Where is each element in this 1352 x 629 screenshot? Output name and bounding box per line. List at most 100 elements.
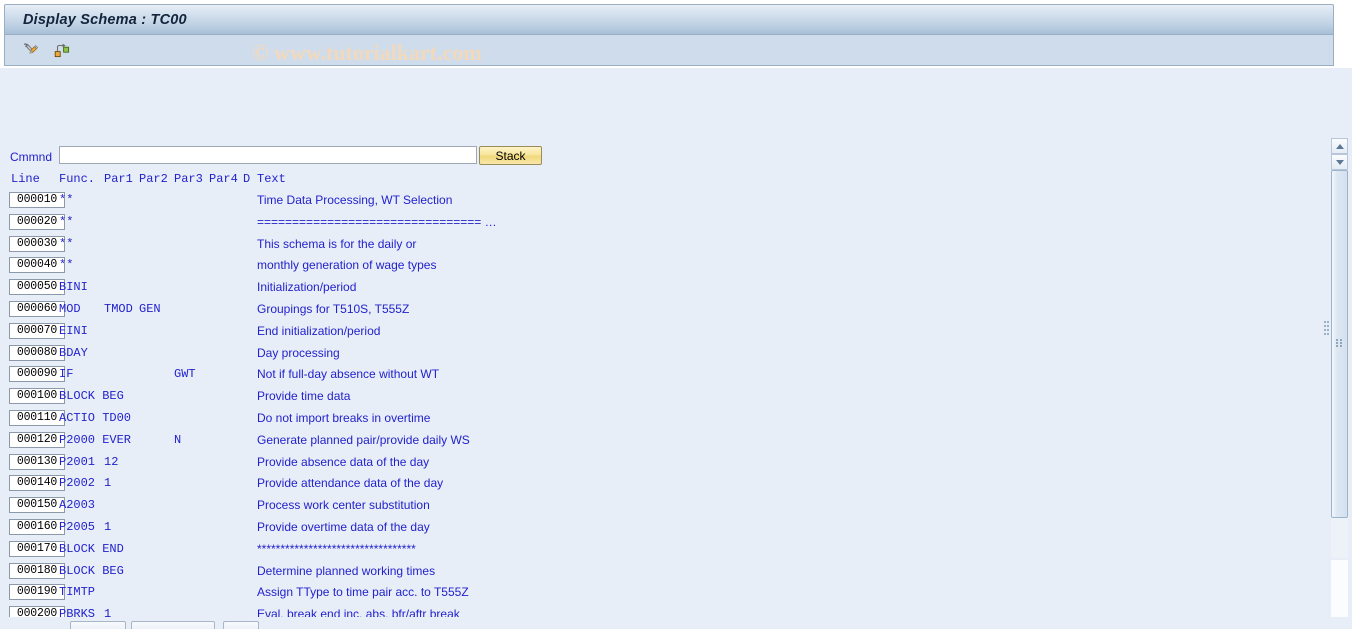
- structure-graphic-icon[interactable]: [51, 40, 73, 61]
- table-row[interactable]: 000030 ** This schema is for the daily or: [0, 235, 1310, 257]
- command-input[interactable]: [59, 146, 477, 164]
- cell-text: Process work center substitution: [257, 498, 430, 513]
- cell-text: Provide overtime data of the day: [257, 519, 430, 534]
- column-header-par1: Par1: [104, 172, 133, 186]
- line-number-field[interactable]: 000140: [9, 475, 65, 492]
- cell-par1: 1: [104, 476, 112, 491]
- cell-text: ================================ …: [257, 214, 497, 229]
- table-row[interactable]: 000160 P2005 1 Provide overtime data of the…: [0, 518, 1310, 540]
- line-number-field[interactable]: 000130: [9, 453, 65, 470]
- cell-text: Assign TType to time pair acc. to T555Z: [257, 585, 469, 600]
- line-number-field[interactable]: 000060: [9, 300, 65, 317]
- line-number-field[interactable]: 000050: [9, 279, 65, 296]
- line-number-field[interactable]: 000020: [9, 213, 65, 230]
- line-number-field[interactable]: 000170: [9, 540, 65, 557]
- line-number-field[interactable]: 000080: [9, 344, 65, 361]
- cell-par1: TMOD: [104, 301, 133, 316]
- cell-par1: 1: [104, 519, 112, 534]
- table-row[interactable]: 000180 BLOCK BEG Determine planned working…: [0, 562, 1310, 584]
- table-row[interactable]: 000070 EINI End initialization/period: [0, 322, 1310, 344]
- line-number-field[interactable]: 000180: [9, 562, 65, 579]
- table-row[interactable]: 000060 MOD TMOD GEN Groupings for T510S, T55…: [0, 300, 1310, 322]
- cell-text: Determine planned working times: [257, 563, 436, 578]
- column-header-text: Text: [257, 172, 286, 186]
- table-row[interactable]: 000080 BDAY Day processing: [0, 344, 1310, 366]
- cell-func: P2001: [59, 454, 96, 469]
- table-row[interactable]: 000150 A2003 Process work center substitut…: [0, 496, 1310, 518]
- cell-text: Day processing: [257, 345, 340, 360]
- line-number-field[interactable]: 000110: [9, 409, 65, 426]
- vertical-scrollbar[interactable]: [1331, 138, 1348, 558]
- table-row[interactable]: 000140 P2002 1 Provide attendance data of t…: [0, 474, 1310, 496]
- table-row[interactable]: 000010 ** Time Data Processing, WT Selecti…: [0, 191, 1310, 213]
- table-row[interactable]: 000040 ** monthly generation of wage types: [0, 256, 1310, 278]
- line-number-field[interactable]: 000040: [9, 257, 65, 274]
- column-header-d: D: [243, 172, 251, 186]
- line-number-field[interactable]: 000100: [9, 388, 65, 405]
- column-header-par4: Par4: [209, 172, 238, 186]
- cell-par3: N: [174, 432, 182, 447]
- cell-func: P2002: [59, 476, 96, 491]
- cell-func: EINI: [59, 323, 88, 338]
- cell-text: This schema is for the daily or: [257, 236, 417, 251]
- table-row[interactable]: 000190 TIMTP Assign TType to time pair acc…: [0, 583, 1310, 605]
- table-row[interactable]: 000020 ** ================================…: [0, 213, 1310, 235]
- cell-func: **: [59, 214, 74, 229]
- sap-gui-window: Display Schema : TC00 © www.tutorialkart…: [0, 0, 1352, 629]
- cell-text: Time Data Processing, WT Selection: [257, 193, 453, 207]
- bottom-button-2[interactable]: [131, 621, 215, 629]
- cell-text: Generate planned pair/provide daily WS: [257, 432, 470, 447]
- bottom-button-3[interactable]: [223, 621, 259, 629]
- table-row[interactable]: 000100 BLOCK BEG Provide time data: [0, 387, 1310, 409]
- client-area: Cmmnd Stack Line Func. Par1 Par2 Par3 Pa…: [0, 68, 1352, 629]
- line-number-field[interactable]: 000010: [9, 192, 65, 208]
- scroll-up-arrow[interactable]: [1331, 138, 1348, 154]
- scrollbar-grip-icon: [1336, 339, 1345, 348]
- line-number-field[interactable]: 000090: [9, 366, 65, 383]
- triangle-down-icon: [1335, 159, 1344, 165]
- column-header-par2: Par2: [139, 172, 168, 186]
- cell-func: IF: [59, 367, 74, 382]
- triangle-up-icon: [1335, 143, 1344, 149]
- schema-rows: 000010 ** Time Data Processing, WT Selecti…: [0, 191, 1310, 629]
- table-row[interactable]: 000130 P2001 12 Provide absence data of the…: [0, 453, 1310, 475]
- cell-text: Provide time data: [257, 389, 351, 404]
- table-row[interactable]: 000120 P2000 EVER N Generate planned pair/p…: [0, 431, 1310, 453]
- cell-func: TIMTP: [59, 585, 96, 600]
- cell-text: Groupings for T510S, T555Z: [257, 301, 410, 316]
- line-number-field[interactable]: 000070: [9, 322, 65, 339]
- line-number-field[interactable]: 000150: [9, 497, 65, 514]
- cell-text: Provide attendance data of the day: [257, 476, 444, 491]
- scrollbar-thumb[interactable]: [1331, 170, 1348, 518]
- line-number-field[interactable]: 000160: [9, 518, 65, 535]
- cell-func: P2005: [59, 519, 96, 534]
- cell-par1: 12: [104, 454, 119, 469]
- table-row[interactable]: 000170 BLOCK END *************************…: [0, 540, 1310, 562]
- stack-button[interactable]: Stack: [479, 146, 542, 165]
- cell-func: BINI: [59, 280, 88, 295]
- cell-func: **: [59, 193, 74, 207]
- cell-text: **********************************: [257, 541, 416, 556]
- cell-func: A2003: [59, 498, 96, 513]
- cell-func: BDAY: [59, 345, 88, 360]
- table-row[interactable]: 000050 BINI Initialization/period: [0, 278, 1310, 300]
- cell-par3: GWT: [174, 367, 196, 382]
- table-row[interactable]: 000110 ACTIO TD00 Do not import breaks in …: [0, 409, 1310, 431]
- line-number-field[interactable]: 000190: [9, 584, 65, 601]
- cell-text: Initialization/period: [257, 280, 357, 295]
- cell-text: monthly generation of wage types: [257, 258, 437, 273]
- scroll-down-arrow[interactable]: [1331, 154, 1348, 170]
- table-row[interactable]: 000090 IF GWT Not if full-day absence witho…: [0, 365, 1310, 387]
- bottom-button-1[interactable]: [70, 621, 126, 629]
- line-number-field[interactable]: 000030: [9, 235, 65, 252]
- line-number-field[interactable]: 000120: [9, 431, 65, 448]
- cell-text: Do not import breaks in overtime: [257, 410, 431, 425]
- column-header-line: Line: [11, 172, 40, 186]
- cell-func: ACTIO TD00: [59, 410, 132, 425]
- application-toolbar: [4, 35, 1334, 66]
- cell-text: Provide absence data of the day: [257, 454, 430, 469]
- scrollbar-track[interactable]: [1331, 170, 1348, 558]
- cell-func: P2000 EVER: [59, 432, 132, 447]
- display-change-icon[interactable]: [19, 40, 41, 61]
- splitter-grip-icon[interactable]: [1324, 321, 1330, 337]
